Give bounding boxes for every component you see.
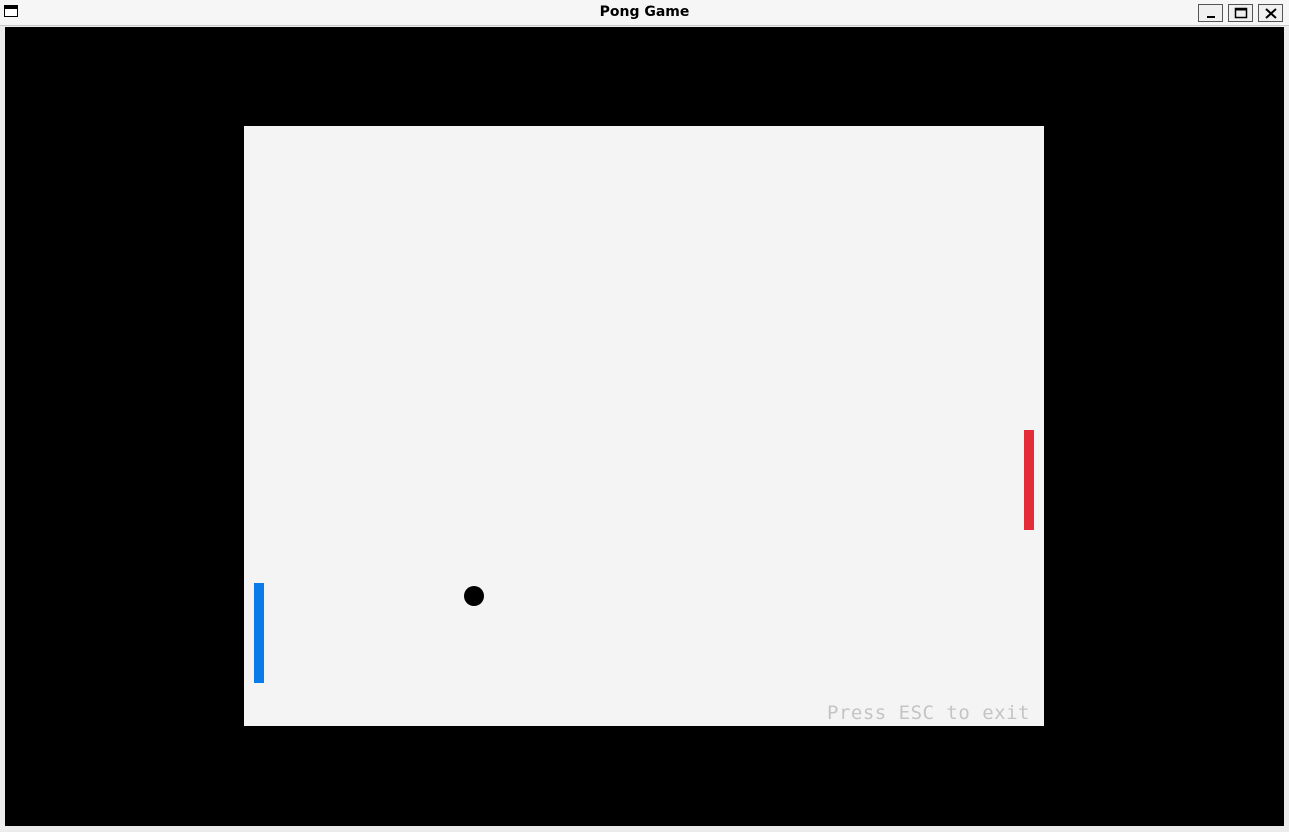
close-icon xyxy=(1265,8,1277,19)
pong-court: Press ESC to exit xyxy=(244,126,1044,726)
maximize-button[interactable] xyxy=(1228,4,1253,22)
exit-hint: Press ESC to exit xyxy=(827,702,1030,724)
close-button[interactable] xyxy=(1258,4,1283,22)
ball xyxy=(464,586,484,606)
app-window: Pong Game Press ESC to exit xyxy=(0,0,1289,832)
minimize-button[interactable] xyxy=(1198,4,1223,22)
right-paddle xyxy=(1024,430,1034,530)
left-paddle xyxy=(254,583,264,683)
window-title: Pong Game xyxy=(599,4,690,20)
game-canvas[interactable]: Press ESC to exit xyxy=(5,27,1284,826)
minimize-icon xyxy=(1207,16,1215,18)
title-bar[interactable]: Pong Game xyxy=(0,0,1289,26)
maximize-icon xyxy=(1234,7,1248,19)
